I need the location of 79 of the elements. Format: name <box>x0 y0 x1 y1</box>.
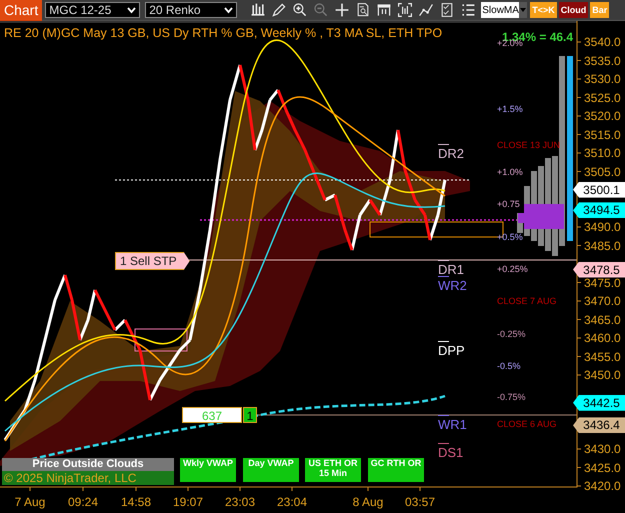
bar-chart-icon[interactable] <box>250 2 266 18</box>
price-axis-label: 3490.0 <box>584 221 621 233</box>
percent-level-label: +1.0% <box>497 168 523 177</box>
time-axis-label: 23:04 <box>276 496 308 508</box>
crosshair-icon[interactable] <box>334 2 350 18</box>
time-axis-label: 7 Aug <box>14 496 46 508</box>
close-level-label: CLOSE 6 AUG <box>497 420 557 429</box>
pivot-level-label: DR1 <box>438 263 464 276</box>
percent-level-label: +0.75 <box>497 200 520 209</box>
price-flag: 3436.4 <box>573 417 625 434</box>
chevron-down-icon <box>127 6 136 14</box>
price-axis-label: 3475.0 <box>584 276 621 288</box>
price-flag: 3478.5 <box>573 262 625 278</box>
price-axis-label: 3530.0 <box>584 73 621 85</box>
pivot-level-label: WR2 <box>438 279 467 292</box>
percent-level-label: +1.5% <box>497 105 523 114</box>
percent-level-label: -0.25% <box>497 330 526 339</box>
quantity-field[interactable]: 637 <box>182 407 242 423</box>
price-axis-label: 3450.0 <box>584 369 621 381</box>
framed-bars-icon[interactable] <box>397 2 414 18</box>
zoom-in-icon[interactable] <box>292 2 308 18</box>
price-flag: 3500.1 <box>573 182 625 198</box>
copyright-text: © 2025 NinjaTrader, LLC <box>2 471 174 485</box>
price-axis-label: 3470.0 <box>584 295 621 307</box>
indicator-field[interactable]: SlowMA <box>481 2 528 18</box>
chevron-down-icon <box>224 6 234 14</box>
ruler-bars-icon[interactable] <box>376 2 392 18</box>
indicator-button[interactable]: Wkly VWAP <box>180 458 236 482</box>
price-axis-label: 3505.0 <box>584 166 621 178</box>
percent-level-label: +0.5% <box>497 233 523 242</box>
instrument-dropdown[interactable]: MGC 12-25 <box>45 2 140 18</box>
price-flag: 3442.5 <box>573 394 625 411</box>
pencil-icon[interactable] <box>271 2 288 18</box>
indicator-button[interactable]: US ETH OR 15 Min <box>305 458 361 482</box>
pivot-level-label: DPP <box>438 344 465 357</box>
status-bar: Price Outside Clouds <box>2 458 174 471</box>
percent-level-label: +0.25% <box>497 265 528 274</box>
close-level-label: CLOSE 7 AUG <box>497 297 557 306</box>
document-search-icon[interactable] <box>355 2 372 18</box>
indicator-button[interactable]: GC RTH OR <box>368 458 424 482</box>
chart-title: RE 20 (M)GC May 13 GB, US Dy RTH % GB, Weekly % , T3 MA SL, ETH TPO <box>4 27 442 40</box>
time-axis-label: 19:07 <box>172 496 204 508</box>
price-axis-label: 3540.0 <box>584 36 621 48</box>
time-axis-label: 03:57 <box>404 496 436 508</box>
price-axis-label: 3515.0 <box>584 128 621 140</box>
price-axis-label: 3535.0 <box>584 54 621 66</box>
time-axis-label: 09:24 <box>68 496 98 508</box>
pivot-level-label: DR2 <box>438 147 464 160</box>
period-dropdown[interactable]: 20 Renko <box>145 2 238 18</box>
price-axis-label: 3510.0 <box>584 147 621 159</box>
indicator-button[interactable]: Day VWAP <box>243 458 299 482</box>
pivot-level-label: DS1 <box>438 446 464 459</box>
toolbar-button[interactable]: Bar <box>590 2 610 18</box>
price-axis-label: 3465.0 <box>584 314 621 326</box>
checklist-icon[interactable] <box>439 2 456 18</box>
time-axis-label: 14:58 <box>120 496 152 508</box>
price-axis-label: 3460.0 <box>584 332 621 344</box>
caret-icon <box>520 8 526 12</box>
price-axis-label: 3520.0 <box>584 110 621 122</box>
pivot-level-label: WR1 <box>438 418 467 431</box>
position-count: 1 <box>243 407 257 423</box>
range-box <box>134 328 188 352</box>
time-axis-label: 23:03 <box>224 496 256 508</box>
price-axis-label: 3430.0 <box>584 443 621 455</box>
price-axis-label: 3455.0 <box>584 350 621 362</box>
chart-tab[interactable]: Chart <box>0 0 42 20</box>
time-axis-label: 8 Aug <box>352 496 384 508</box>
price-axis-label: 3425.0 <box>584 462 621 474</box>
price-axis-label: 3485.0 <box>584 240 621 252</box>
percent-level-label: -0.5% <box>497 362 521 371</box>
toolbar-button[interactable]: T<>K <box>530 2 557 18</box>
price-axis-label: 3525.0 <box>584 92 621 104</box>
price-flag: 3494.5 <box>573 202 625 218</box>
percent-level-label: -0.75% <box>497 393 526 402</box>
line-chart-icon[interactable] <box>418 2 434 18</box>
list-icon[interactable] <box>460 2 476 18</box>
price-axis-label: 3420.0 <box>584 480 621 492</box>
toolbar-button[interactable]: Cloud <box>558 2 588 18</box>
order-tag[interactable]: 1 Sell STP <box>115 252 190 270</box>
